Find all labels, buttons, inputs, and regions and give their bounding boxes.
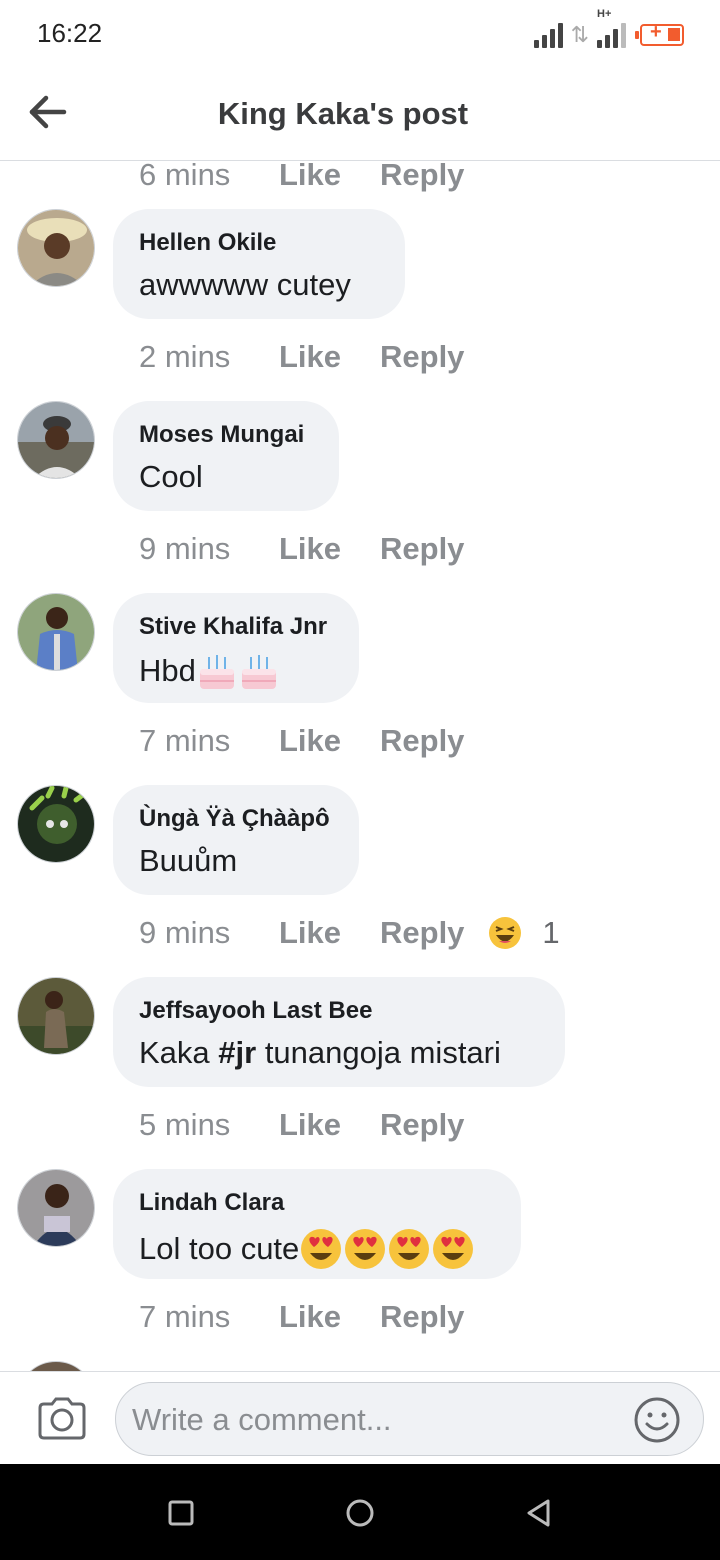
- comment-author[interactable]: Stive Khalifa Jnr: [139, 613, 331, 641]
- status-time: 16:22: [37, 18, 103, 48]
- avatar[interactable]: [17, 593, 95, 671]
- system-nav-bar: [0, 1464, 720, 1560]
- avatar[interactable]: [17, 209, 95, 287]
- comment-bubble[interactable]: Hellen Okile awwwww cutey: [113, 209, 405, 319]
- camera-icon[interactable]: [36, 1396, 88, 1442]
- birthday-cake-emoji: [241, 655, 276, 689]
- reaction-count: 1: [542, 915, 560, 950]
- comments-list[interactable]: 6 mins Like Reply Hellen Okile awwwww cu…: [0, 161, 720, 1371]
- comment-meta: 2 mins Like Reply: [139, 337, 464, 377]
- heart-eyes-emoji: [389, 1229, 430, 1269]
- reply-button[interactable]: Reply: [380, 1107, 464, 1143]
- comment-meta: 9 mins Like Reply 1: [139, 913, 560, 953]
- comment-time: 5 mins: [139, 1107, 231, 1142]
- previous-comment-meta: 6 mins Like Reply: [139, 161, 464, 195]
- comment-text: Hbd: [139, 651, 331, 691]
- comment-text: Cool: [139, 459, 203, 494]
- reaction-summary[interactable]: 1: [488, 915, 560, 951]
- comment-time: 2 mins: [139, 339, 231, 374]
- comment-text-start: Kaka: [139, 1035, 219, 1070]
- comment-text-content: Lol too cute: [139, 1231, 300, 1266]
- reply-button[interactable]: Reply: [380, 531, 464, 567]
- comment-text-content: Hbd: [139, 653, 196, 688]
- page-title: King Kaka's post: [217, 96, 469, 131]
- reply-button[interactable]: Reply: [380, 915, 464, 951]
- like-button[interactable]: Like: [279, 723, 380, 759]
- haha-reaction-icon: [489, 917, 522, 949]
- comment-time: 9 mins: [139, 915, 231, 950]
- comment-meta: 7 mins Like Reply: [139, 721, 464, 761]
- signal-hplus-icon: H+: [597, 8, 626, 48]
- like-button[interactable]: Like: [279, 1107, 380, 1143]
- like-button[interactable]: Like: [279, 339, 380, 375]
- comment-item: Ùngà Ÿà Çhààpô Buuům 9 mins Like Reply 1: [0, 785, 720, 977]
- comment-text: Buuům: [139, 843, 238, 878]
- reply-button[interactable]: Reply: [380, 161, 464, 193]
- recent-apps-icon[interactable]: [166, 1498, 196, 1528]
- battery-charging-icon: +: [635, 21, 684, 46]
- comment-input-placeholder: Write a comment...: [132, 1402, 392, 1437]
- like-button[interactable]: Like: [279, 915, 380, 951]
- comment-author[interactable]: Lindah Clara: [139, 1189, 493, 1217]
- post-header: King Kaka's post: [0, 66, 720, 161]
- data-arrows-icon: ⇅: [570, 22, 589, 47]
- comment-time: 6 mins: [139, 161, 231, 192]
- comment-bubble[interactable]: Ùngà Ÿà Çhààpô Buuům: [113, 785, 359, 895]
- comment-time: 7 mins: [139, 1299, 231, 1334]
- comment-bubble[interactable]: Stive Khalifa Jnr Hbd: [113, 593, 359, 703]
- comment-author[interactable]: Moses Mungai: [139, 421, 311, 449]
- comment-bubble[interactable]: Jeffsayooh Last Bee Kaka #jr tunangoja m…: [113, 977, 565, 1087]
- comment-text: awwwww cutey: [139, 267, 351, 302]
- comment-time: 9 mins: [139, 531, 231, 566]
- comment-composer: Write a comment...: [0, 1371, 720, 1464]
- birthday-cake-emoji: [199, 655, 234, 689]
- hashtag-link[interactable]: #jr: [218, 1035, 256, 1071]
- comment-bubble[interactable]: Lindah Clara Lol too cute: [113, 1169, 521, 1279]
- comment-item: Hellen Okile awwwww cutey 2 mins Like Re…: [0, 209, 720, 401]
- heart-eyes-emoji: [301, 1229, 342, 1269]
- status-bar: 16:22 ⇅ H+ +: [0, 0, 720, 66]
- reply-button[interactable]: Reply: [380, 339, 464, 375]
- avatar[interactable]: [17, 977, 95, 1055]
- comment-meta: 7 mins Like Reply: [139, 1297, 464, 1337]
- comment-item: Lindah Clara Lol too cute 7 mins Like Re…: [0, 1169, 720, 1361]
- comment-time: 7 mins: [139, 723, 231, 758]
- reply-button[interactable]: Reply: [380, 1299, 464, 1335]
- like-button[interactable]: Like: [279, 161, 380, 193]
- comment-author[interactable]: Hellen Okile: [139, 229, 377, 257]
- heart-eyes-emoji: [433, 1229, 474, 1269]
- avatar[interactable]: [17, 785, 95, 863]
- comment-meta: 9 mins Like Reply: [139, 529, 464, 569]
- comment-item: Stive Khalifa Jnr Hbd 7 mins Like Reply: [0, 593, 720, 785]
- emoji-picker-icon[interactable]: [633, 1396, 681, 1444]
- reply-button[interactable]: Reply: [380, 723, 464, 759]
- comment-item: Moses Mungai Cool 9 mins Like Reply: [0, 401, 720, 593]
- network-type-label: H+: [597, 8, 612, 20]
- home-icon[interactable]: [345, 1498, 375, 1528]
- avatar[interactable]: [17, 1361, 95, 1371]
- avatar[interactable]: [17, 401, 95, 479]
- avatar[interactable]: [17, 1169, 95, 1247]
- comment-text-end: tunangoja mistari: [256, 1035, 501, 1070]
- like-button[interactable]: Like: [279, 531, 380, 567]
- back-nav-icon[interactable]: [524, 1498, 554, 1528]
- status-icons: ⇅ H+ +: [533, 8, 684, 48]
- comment-author[interactable]: Ùngà Ÿà Çhààpô: [139, 805, 331, 833]
- like-button[interactable]: Like: [279, 1299, 380, 1335]
- comment-text: Kaka #jr tunangoja mistari: [139, 1035, 537, 1071]
- comment-bubble[interactable]: Moses Mungai Cool: [113, 401, 339, 511]
- comment-meta: 5 mins Like Reply: [139, 1105, 464, 1145]
- comment-input[interactable]: Write a comment...: [115, 1382, 704, 1456]
- comment-text: Lol too cute: [139, 1227, 493, 1271]
- comment-item: Jeffsayooh Last Bee Kaka #jr tunangoja m…: [0, 977, 720, 1169]
- signal-icon: [533, 22, 563, 48]
- comment-author[interactable]: Jeffsayooh Last Bee: [139, 997, 537, 1025]
- heart-eyes-emoji: [345, 1229, 386, 1269]
